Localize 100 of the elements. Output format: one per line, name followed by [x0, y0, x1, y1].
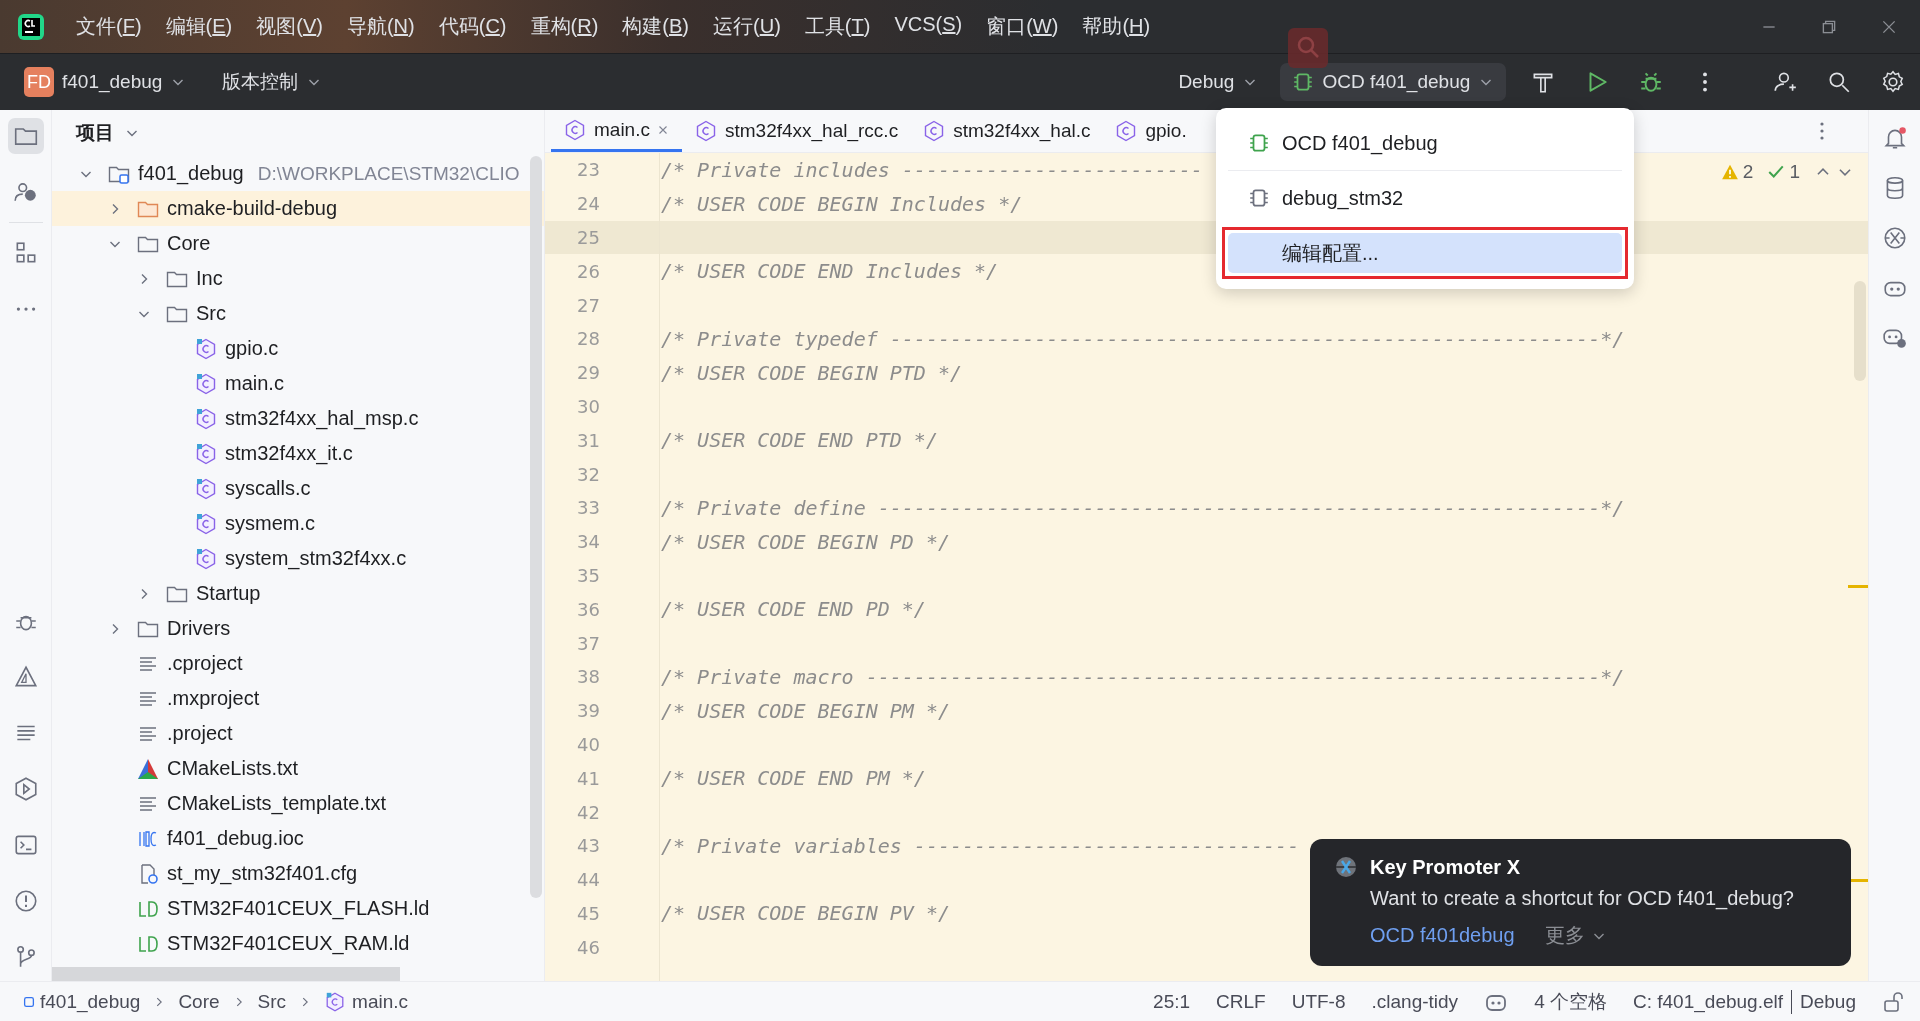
warning-count[interactable]: 2: [1742, 161, 1754, 183]
unlock-icon[interactable]: [1882, 989, 1906, 1014]
tree-item[interactable]: syscalls.c: [52, 471, 544, 506]
code-comment: /* Private define ------------------------------------------------------------*/: [661, 495, 1625, 520]
menu-item[interactable]: 编辑配置...: [1228, 233, 1622, 273]
caret-position[interactable]: 25:1: [1153, 990, 1191, 1013]
build-type-selector[interactable]: Debug: [1170, 65, 1267, 99]
file-name: system_stm32f4xx.c: [225, 547, 407, 570]
indent-setting[interactable]: 4 个空格: [1534, 988, 1607, 1015]
menu-item[interactable]: debug_stm32: [1228, 178, 1622, 218]
breadcrumb[interactable]: Core: [178, 990, 220, 1013]
build-target[interactable]: C: f401_debug.elf: [1633, 990, 1783, 1013]
file-name: gpio.c: [225, 337, 279, 360]
c-file-icon[interactable]: [563, 117, 587, 142]
editor-tab[interactable]: gpio.: [1102, 110, 1199, 152]
run-config-selector[interactable]: OCD f401_debug: [1280, 63, 1507, 101]
menu-item[interactable]: 文件(F): [76, 13, 142, 40]
c-file-icon: [194, 511, 218, 536]
menu-item[interactable]: 重构(R): [530, 13, 599, 40]
panel-title[interactable]: 项目: [76, 120, 114, 146]
folder-icon[interactable]: [7, 118, 44, 154]
file-name: stm32f4xx_it.c: [225, 442, 353, 465]
menu-item[interactable]: 视图(V): [256, 13, 323, 40]
tree-item[interactable]: f401_debug.ioc: [52, 821, 544, 856]
passed-count[interactable]: 1: [1789, 161, 1800, 183]
file-name: .project: [167, 722, 233, 745]
tree-item[interactable]: f401_debug D:\WORKPLACE\STM32\CLIO: [52, 156, 544, 191]
tree-item[interactable]: Startup: [52, 576, 544, 611]
breadcrumb[interactable]: main.c: [352, 990, 409, 1013]
file-name: stm32f4xx_hal_msp.c: [225, 407, 419, 430]
tree-item[interactable]: Core: [52, 226, 544, 261]
tree-item[interactable]: sysmem.c: [52, 506, 544, 541]
menu-item[interactable]: 运行(U): [713, 13, 781, 40]
menu-item[interactable]: VCS(S): [894, 13, 963, 40]
editor-tab[interactable]: stm32f4xx_hal_rcc.c: [681, 110, 911, 152]
more-link[interactable]: 更多: [1544, 922, 1607, 949]
breadcrumb[interactable]: f401_debug: [40, 990, 141, 1013]
tree-item[interactable]: main.c: [52, 366, 544, 401]
tree-item[interactable]: cmake-build-debug: [52, 191, 544, 226]
menu-item[interactable]: 工具(T): [804, 13, 871, 40]
editor-tab[interactable]: stm32f4xx_hal.c: [910, 110, 1103, 152]
tree-item[interactable]: .cproject: [52, 646, 544, 681]
settings-icon[interactable]: [1880, 69, 1906, 95]
line-number: 30: [576, 395, 600, 417]
tree-item[interactable]: Src: [52, 296, 544, 331]
tree-item[interactable]: STM32F401CEUX_FLASH.ld: [52, 891, 544, 926]
scrollbar[interactable]: [530, 156, 542, 898]
tree-item[interactable]: CMakeLists_template.txt: [52, 786, 544, 821]
c-file-icon: [194, 406, 218, 431]
line-number: 43: [576, 835, 600, 857]
line-ending[interactable]: CRLF: [1216, 990, 1266, 1013]
tree-item[interactable]: Drivers: [52, 611, 544, 646]
tree-item[interactable]: st_my_stm32f401.cfg: [52, 856, 544, 891]
menu-item[interactable]: 帮助(H): [1082, 13, 1151, 40]
tree-item[interactable]: STM32F401CEUX_RAM.ld: [52, 926, 544, 961]
line-number: 44: [576, 869, 600, 891]
tree-item[interactable]: gpio.c: [52, 331, 544, 366]
project-selector[interactable]: f401_debug: [54, 65, 195, 99]
chip-icon[interactable]: [1292, 71, 1315, 93]
vcs-menu[interactable]: 版本控制: [214, 63, 331, 101]
line-number: 34: [576, 531, 600, 553]
line-number: 42: [576, 801, 600, 823]
menu-item[interactable]: OCD f401_debug: [1228, 123, 1622, 163]
notification-message: Want to create a shortcut for OCD f401_debug?: [1370, 887, 1795, 910]
shortcut-link[interactable]: OCD f401debug: [1370, 924, 1515, 947]
line-number: 36: [576, 598, 600, 620]
file-name: CMakeLists.txt: [167, 757, 299, 780]
menu-item[interactable]: 窗口(W): [986, 13, 1059, 40]
c-file-icon: [194, 371, 218, 396]
file-name: STM32F401CEUX_RAM.ld: [167, 932, 410, 955]
file-name: st_my_stm32f401.cfg: [167, 862, 358, 885]
file-name: STM32F401CEUX_FLASH.ld: [167, 897, 430, 920]
code-comment: /* Private macro -------------------------------------------------------------*/: [661, 664, 1625, 689]
menu-item[interactable]: 导航(N): [346, 13, 415, 40]
tree-item[interactable]: stm32f4xx_it.c: [52, 436, 544, 471]
line-number: 46: [576, 936, 600, 958]
file-encoding[interactable]: UTF-8: [1291, 990, 1346, 1013]
build-config[interactable]: Debug: [1800, 990, 1856, 1013]
menu-item[interactable]: 构建(B): [622, 13, 689, 40]
code-comment: /* USER CODE END PTD */: [661, 428, 938, 453]
c-file-icon: [194, 546, 218, 571]
line-number: 37: [576, 632, 600, 654]
warning-marker[interactable]: [1848, 585, 1868, 588]
tree-item[interactable]: system_stm32f4xx.c: [52, 541, 544, 576]
menu-item[interactable]: 代码(C): [438, 13, 507, 40]
tree-item[interactable]: CMakeLists.txt: [52, 751, 544, 786]
menu-item[interactable]: 编辑(E): [165, 13, 233, 40]
linter-status[interactable]: .clang-tidy: [1371, 990, 1459, 1013]
file-name: .cproject: [167, 652, 243, 675]
tree-item[interactable]: .mxproject: [52, 681, 544, 716]
file-name: Startup: [196, 582, 261, 605]
breadcrumb[interactable]: Src: [257, 990, 287, 1013]
c-file-icon: [194, 476, 218, 501]
c-file-icon: [194, 441, 218, 466]
tree-item[interactable]: .project: [52, 716, 544, 751]
tree-item[interactable]: Inc: [52, 261, 544, 296]
editor-tab[interactable]: main.c: [551, 110, 682, 152]
check-icon[interactable]: [1767, 163, 1786, 181]
tree-item[interactable]: stm32f4xx_hal_msp.c: [52, 401, 544, 436]
scrollbar[interactable]: [52, 967, 400, 981]
